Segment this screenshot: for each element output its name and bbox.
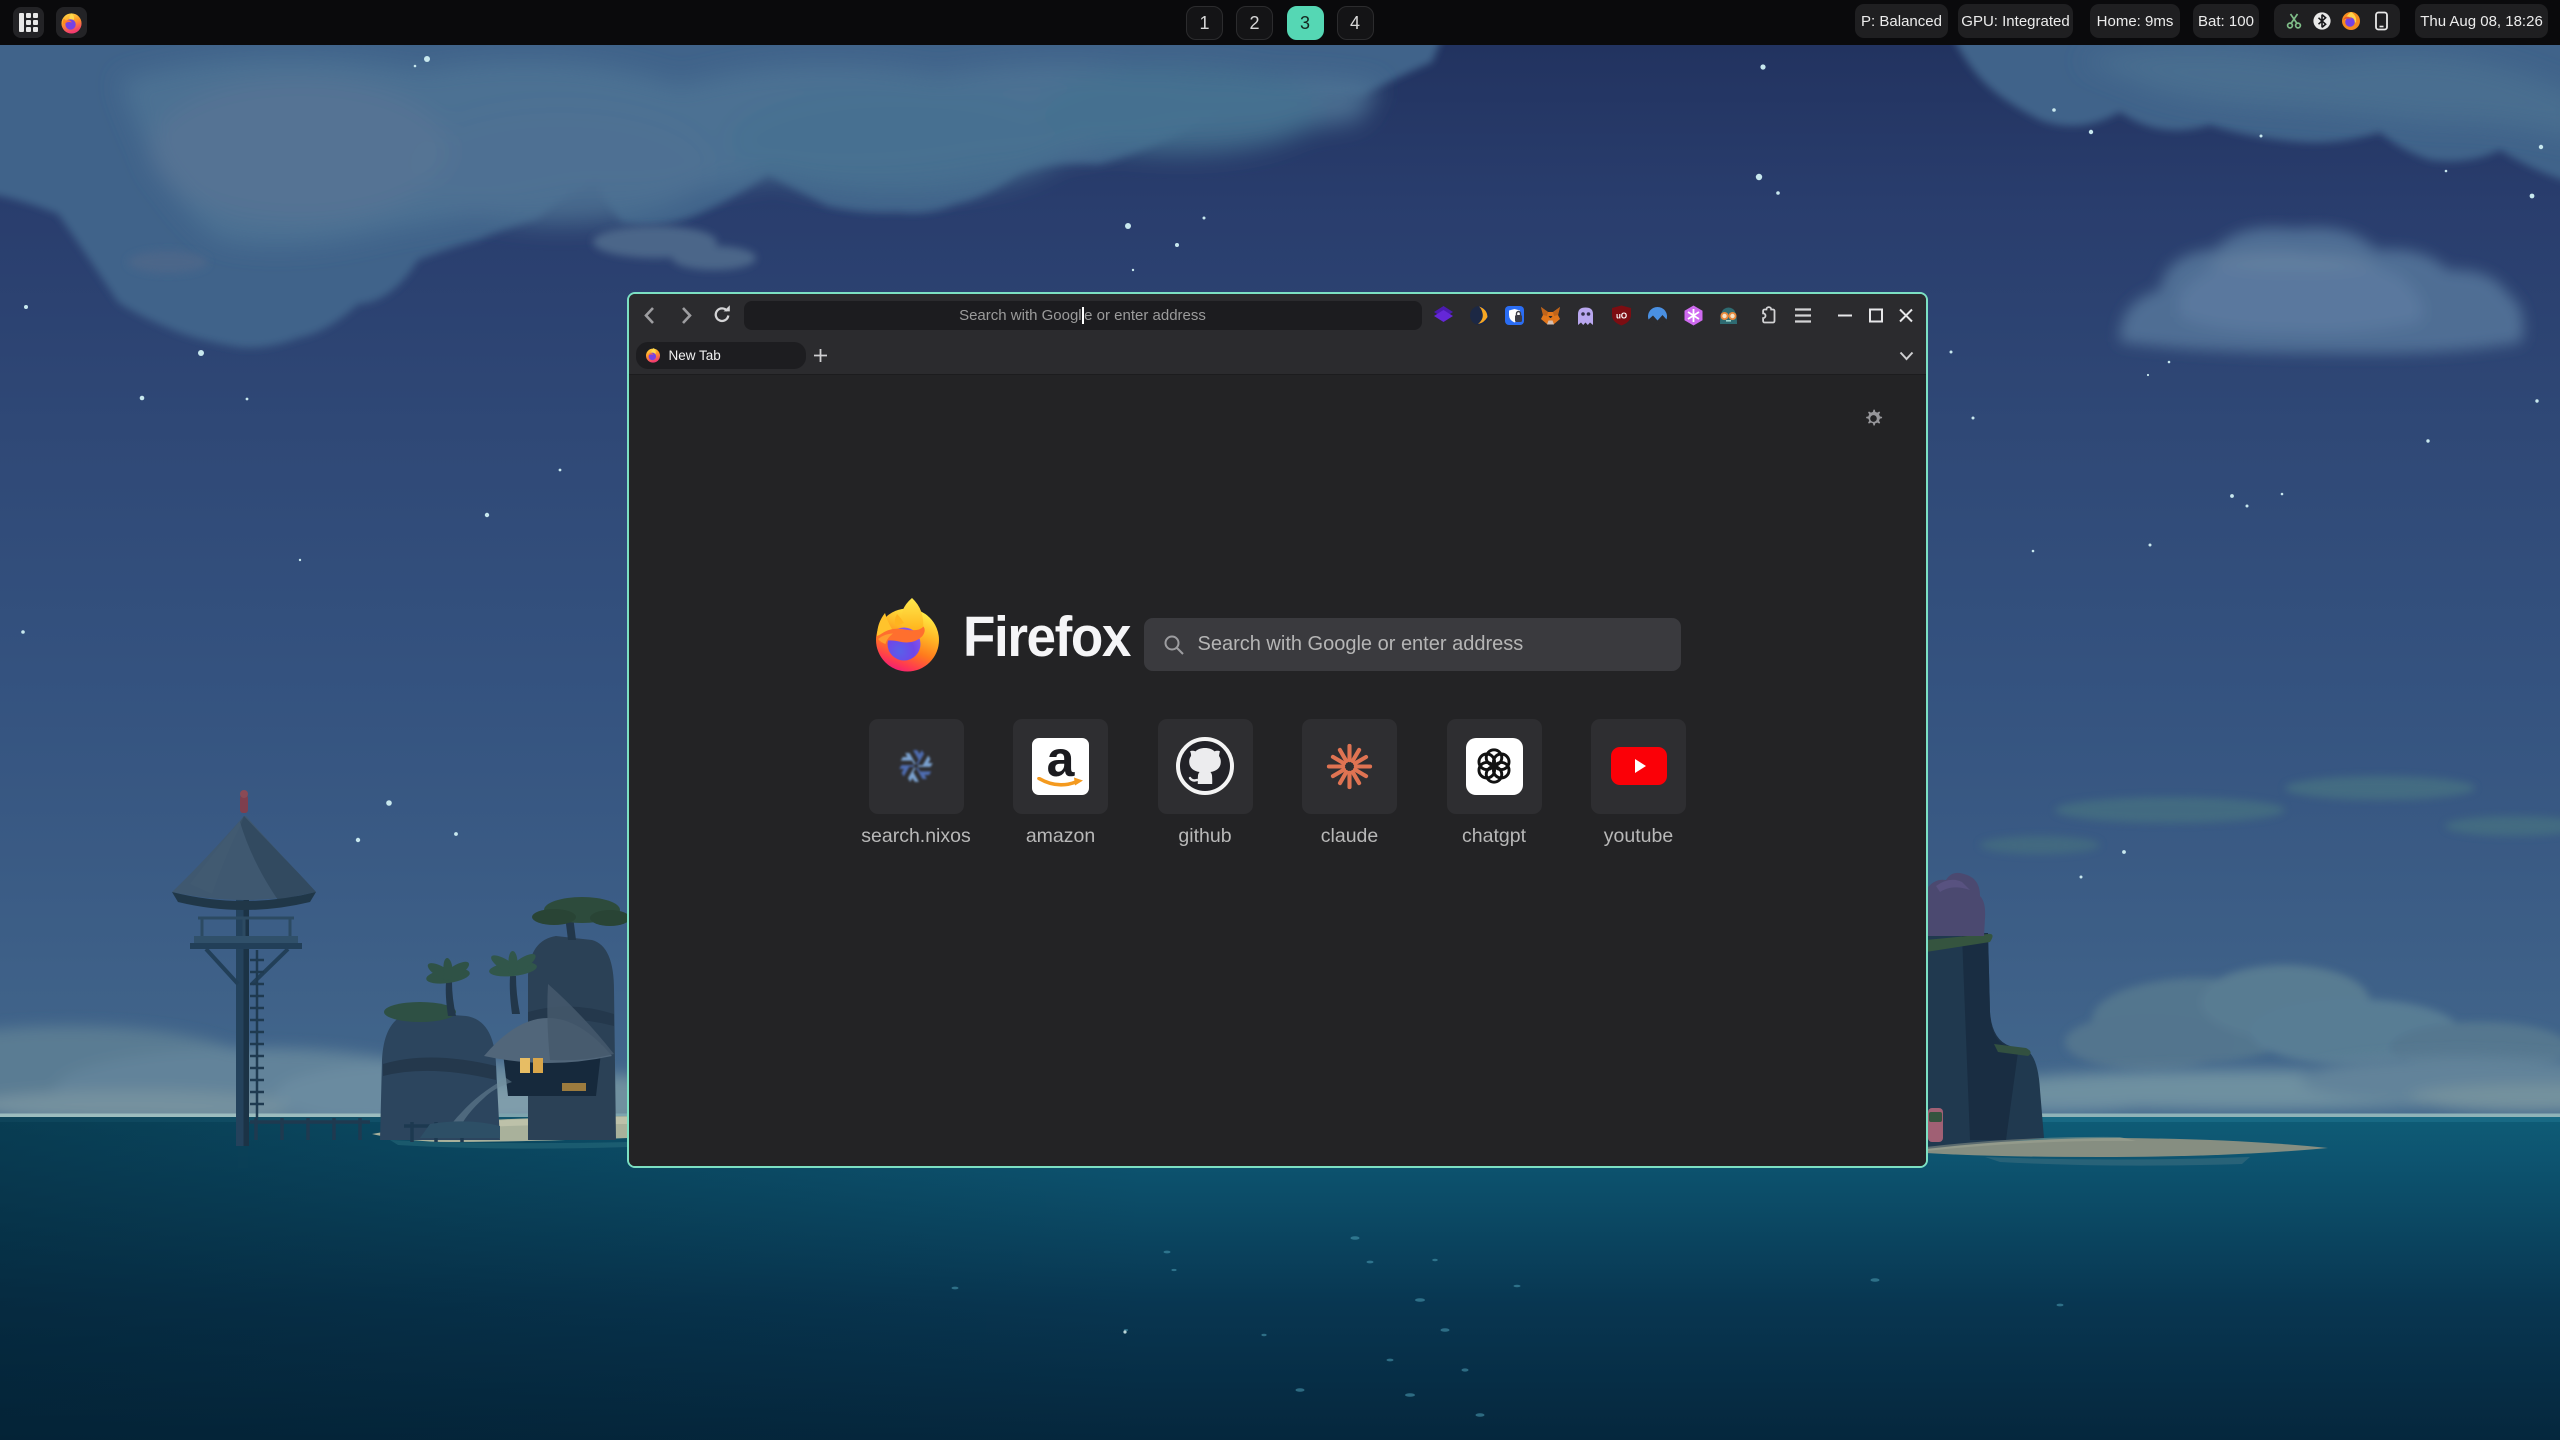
- svg-text:uO: uO: [1616, 312, 1627, 321]
